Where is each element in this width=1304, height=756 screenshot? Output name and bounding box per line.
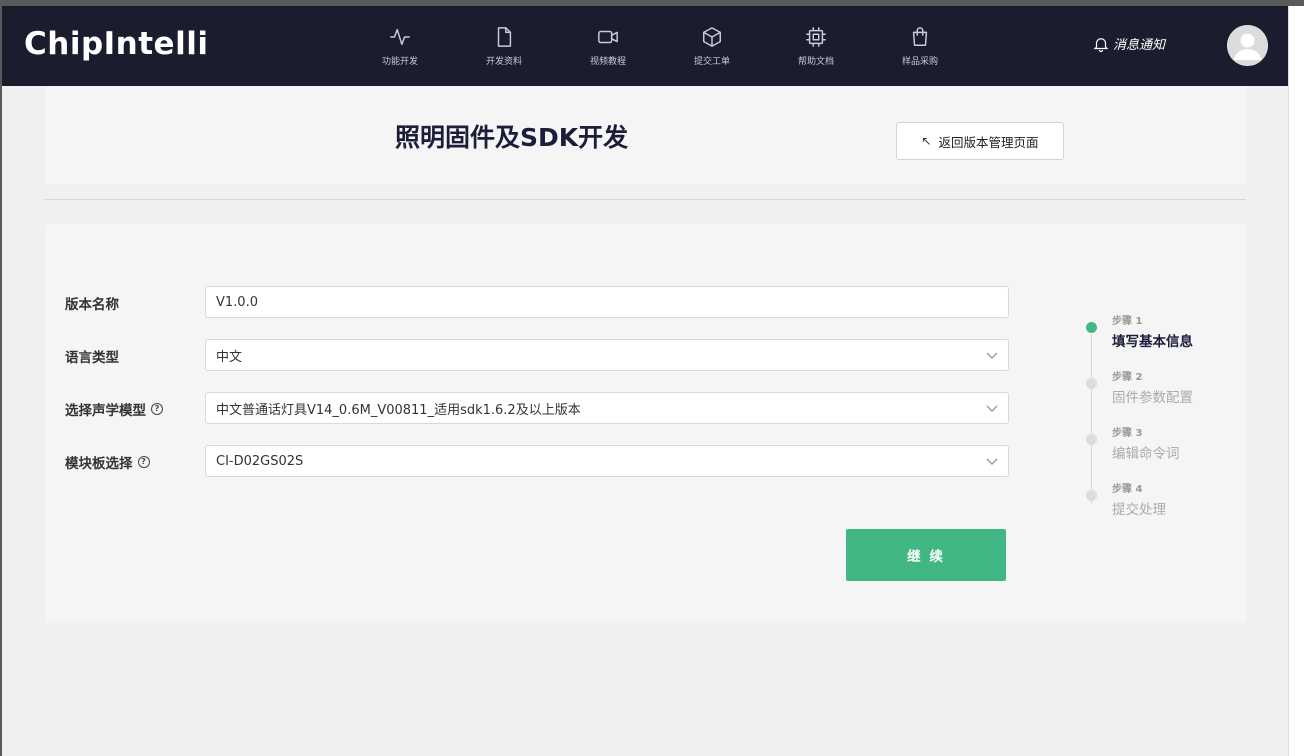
nav-label: 帮助文档: [797, 56, 834, 67]
nav-label: 开发资料: [485, 56, 522, 67]
nav-item-help-docs[interactable]: 帮助文档: [764, 6, 868, 86]
bell-icon: [1093, 37, 1109, 52]
nav-item-dev-docs[interactable]: 开发资料: [452, 6, 556, 86]
chevron-down-icon: [986, 458, 998, 465]
step-number: 步骤 4: [1112, 484, 1143, 495]
step-title: 提交处理: [1112, 502, 1166, 518]
step-dot: [1086, 490, 1097, 501]
module-board-value: CI-D02GS02S: [216, 453, 304, 469]
step-4: 步骤 4 提交处理: [1086, 480, 1193, 536]
step-dot: [1086, 378, 1097, 389]
user-icon: [1227, 25, 1268, 66]
top-navbar: ChipIntelli 功能开发 开发资料 视频教程 提交工单 帮助文档 样品采…: [2, 6, 1288, 86]
activity-icon: [390, 28, 410, 45]
step-number: 步骤 3: [1112, 428, 1143, 439]
module-board-label: 模块板选择 ?: [65, 452, 150, 472]
shopping-bag-icon: [912, 26, 928, 46]
back-to-version-management-button[interactable]: ↖ 返回版本管理页面: [896, 122, 1064, 160]
step-dot: [1086, 434, 1097, 445]
step-1: 步骤 1 填写基本信息: [1086, 312, 1193, 368]
form-row-version-name: 版本名称: [45, 286, 1015, 318]
help-icon[interactable]: ?: [137, 456, 150, 468]
nav-label: 样品采购: [901, 56, 938, 67]
help-icon[interactable]: ?: [151, 403, 163, 415]
step-title: 填写基本信息: [1112, 334, 1193, 350]
cube-icon: [703, 26, 721, 47]
step-dot: [1086, 322, 1097, 333]
nav-label: 功能开发: [381, 56, 418, 67]
version-name-input[interactable]: [205, 286, 1009, 318]
chip-icon: [806, 26, 826, 47]
language-value: 中文: [216, 349, 243, 365]
step-2: 步骤 2 固件参数配置: [1086, 368, 1193, 424]
language-label: 语言类型: [65, 350, 119, 366]
step-title: 固件参数配置: [1112, 390, 1193, 406]
divider: [45, 199, 1246, 200]
step-number: 步骤 2: [1112, 372, 1143, 383]
nav-item-submit-ticket[interactable]: 提交工单: [660, 6, 764, 86]
main-nav: 功能开发 开发资料 视频教程 提交工单 帮助文档 样品采购: [348, 6, 972, 86]
chevron-down-icon: [986, 352, 998, 359]
form-row-acoustic-model: 选择声学模型 ? 中文普通话灯具V14_0.6M_V00811_适用sdk1.6…: [45, 392, 1015, 424]
step-number: 步骤 1: [1112, 316, 1143, 327]
page-title: 照明固件及SDK开发: [395, 123, 629, 152]
continue-button[interactable]: 继 续: [846, 529, 1006, 581]
step-indicator: 步骤 1 填写基本信息 步骤 2 固件参数配置 步骤 3 编辑命令词 步骤 4 …: [1086, 312, 1193, 536]
notifications-label: 消息通知: [1113, 38, 1166, 53]
acoustic-model-label: 选择声学模型 ?: [65, 399, 163, 419]
module-board-select[interactable]: CI-D02GS02S: [205, 445, 1009, 477]
chevron-down-icon: [986, 405, 998, 412]
notifications-link[interactable]: 消息通知: [1092, 34, 1165, 53]
form-row-module-board: 模块板选择 ? CI-D02GS02S: [45, 445, 1015, 477]
avatar[interactable]: [1227, 25, 1268, 66]
nav-label: 视频教程: [589, 56, 626, 67]
file-icon: [497, 26, 512, 47]
app-window: ChipIntelli 功能开发 开发资料 视频教程 提交工单 帮助文档 样品采…: [0, 6, 1288, 756]
arrow-up-left-icon: ↖: [921, 134, 932, 148]
video-icon: [598, 30, 618, 43]
version-name-label: 版本名称: [65, 297, 119, 313]
language-select[interactable]: 中文: [205, 339, 1009, 371]
nav-item-sample-purchase[interactable]: 样品采购: [868, 6, 972, 86]
form-row-language: 语言类型 中文: [45, 339, 1015, 371]
step-title: 编辑命令词: [1112, 446, 1180, 462]
nav-item-feature-dev[interactable]: 功能开发: [348, 6, 452, 86]
title-card: 照明固件及SDK开发 ↖ 返回版本管理页面: [45, 86, 1246, 184]
acoustic-model-value: 中文普通话灯具V14_0.6M_V00811_适用sdk1.6.2及以上版本: [216, 402, 581, 418]
form-card: 版本名称 语言类型 中文 选择声学模型 ? 中文普通话灯具V14_0.6M_V0…: [45, 224, 1246, 623]
acoustic-model-select[interactable]: 中文普通话灯具V14_0.6M_V00811_适用sdk1.6.2及以上版本: [205, 392, 1009, 424]
nav-item-video-tutorials[interactable]: 视频教程: [556, 6, 660, 86]
step-3: 步骤 3 编辑命令词: [1086, 424, 1193, 480]
nav-label: 提交工单: [693, 56, 730, 67]
back-button-label: 返回版本管理页面: [938, 134, 1039, 150]
brand-logo[interactable]: ChipIntelli: [24, 26, 208, 62]
vertical-scrollbar[interactable]: [1288, 6, 1304, 756]
